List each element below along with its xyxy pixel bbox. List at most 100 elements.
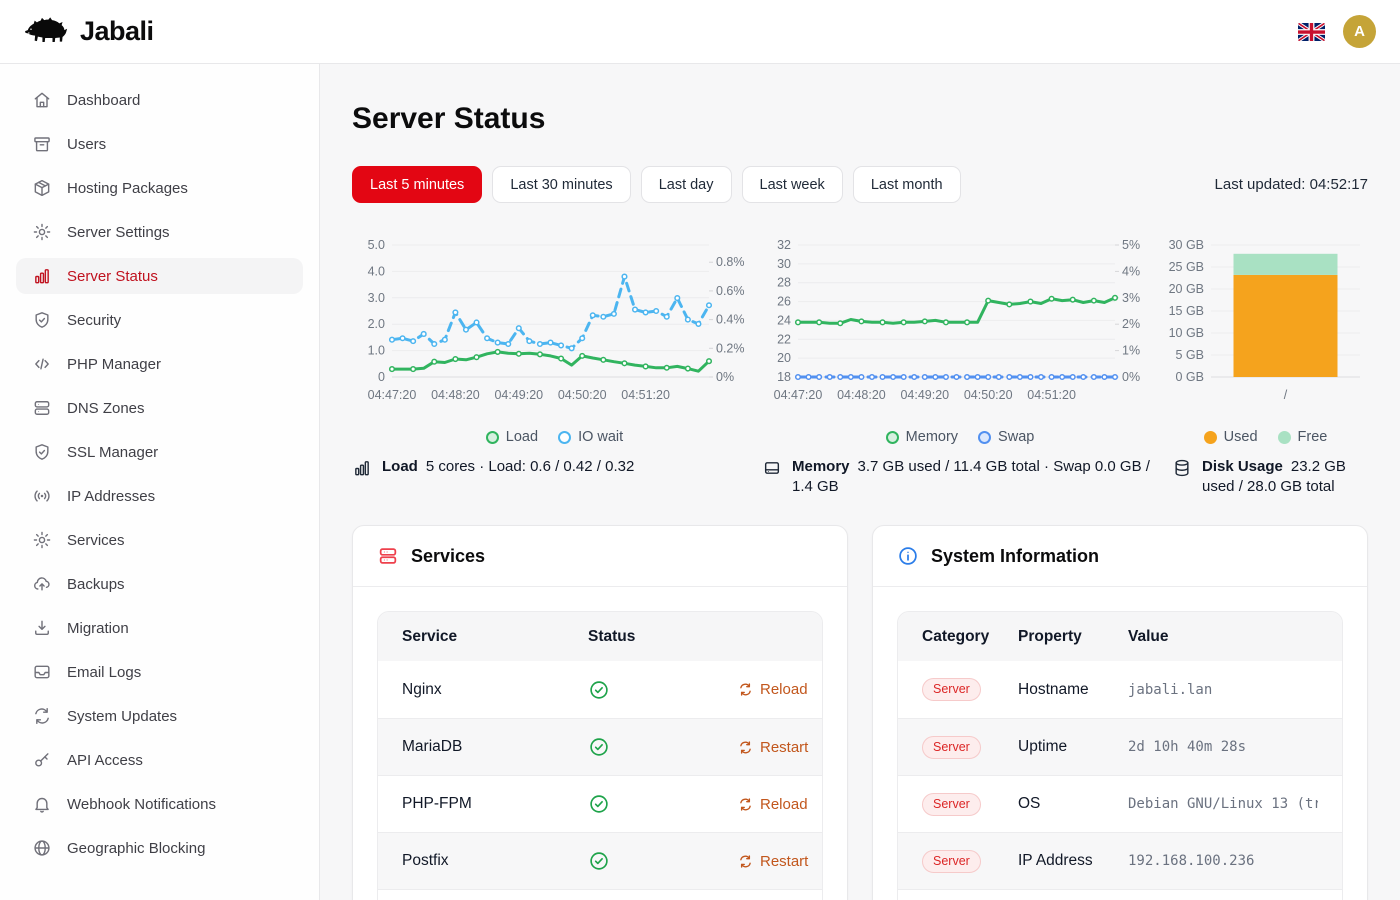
svg-text:5%: 5%: [1122, 238, 1140, 252]
sidebar-item-label: Hosting Packages: [67, 180, 188, 197]
sidebar-item-label: IP Addresses: [67, 488, 155, 505]
user-avatar[interactable]: A: [1343, 15, 1376, 48]
sidebar-item-ssl-manager[interactable]: SSL Manager: [16, 434, 303, 470]
reload-nginx-button[interactable]: Reload: [738, 681, 808, 698]
sidebar-item-label: SSL Manager: [67, 444, 158, 461]
svg-text:24: 24: [777, 313, 791, 327]
sidebar-item-label: Security: [67, 312, 121, 329]
sidebar-item-security[interactable]: Security: [16, 302, 303, 338]
legend-swap: Swap: [978, 429, 1034, 445]
sidebar-item-system-updates[interactable]: System Updates: [16, 698, 303, 734]
sidebar-item-api-access[interactable]: API Access: [16, 742, 303, 778]
service-row: Dovecot Restart: [378, 889, 822, 900]
category-badge: Server: [922, 850, 981, 873]
sidebar-item-dashboard[interactable]: Dashboard: [16, 82, 303, 118]
svg-text:3.0: 3.0: [368, 291, 385, 305]
legend-used: Used: [1204, 429, 1258, 445]
database-icon: [1172, 458, 1192, 478]
svg-text:04:49:20: 04:49:20: [900, 388, 949, 402]
sidebar-item-backups[interactable]: Backups: [16, 566, 303, 602]
svg-text:18: 18: [777, 370, 791, 384]
inbox-icon: [32, 662, 52, 682]
settings-icon: [32, 222, 52, 242]
stat-load: Load5 cores · Load: 0.6 / 0.42 / 0.32: [352, 457, 757, 497]
time-range-last-day[interactable]: Last day: [641, 166, 732, 203]
brand[interactable]: Jabali: [24, 16, 154, 48]
system-information-card: System Information Category Property Val…: [872, 525, 1368, 900]
time-range-last-5-minutes[interactable]: Last 5 minutes: [352, 166, 482, 203]
services-col-service: Service: [402, 628, 588, 646]
status-ok-icon: [588, 793, 610, 815]
sidebar-item-php-manager[interactable]: PHP Manager: [16, 346, 303, 382]
sidebar-item-services[interactable]: Services: [16, 522, 303, 558]
stats-row: Load5 cores · Load: 0.6 / 0.42 / 0.32 Me…: [352, 457, 1368, 497]
time-range-last-month[interactable]: Last month: [853, 166, 961, 203]
sidebar-item-label: Dashboard: [67, 92, 140, 109]
svg-text:04:48:20: 04:48:20: [431, 388, 480, 402]
sidebar-item-server-status[interactable]: Server Status: [16, 258, 303, 294]
sidebar-item-email-logs[interactable]: Email Logs: [16, 654, 303, 690]
reload-php-fpm-button[interactable]: Reload: [738, 796, 808, 813]
sidebar-item-label: PHP Manager: [67, 356, 161, 373]
boar-logo-icon: [24, 16, 70, 48]
disk-chart: 0 GB5 GB10 GB15 GB20 GB25 GB30 GB/ UsedF…: [1163, 229, 1368, 445]
refresh-icon: [738, 740, 753, 755]
svg-text:20: 20: [777, 351, 791, 365]
service-row: Postfix Restart: [378, 832, 822, 889]
system-property: OS: [1018, 795, 1128, 813]
last-updated-text: Last updated: 04:52:17: [1215, 176, 1368, 193]
services-col-status: Status: [588, 628, 738, 646]
sidebar-item-webhook-notifications[interactable]: Webhook Notifications: [16, 786, 303, 822]
sidebar-item-label: Users: [67, 136, 106, 153]
svg-text:04:48:20: 04:48:20: [837, 388, 886, 402]
sidebar-item-geographic-blocking[interactable]: Geographic Blocking: [16, 830, 303, 866]
bar-chart-icon: [352, 458, 372, 478]
svg-text:30 GB: 30 GB: [1169, 238, 1204, 252]
sidebar-item-label: Server Settings: [67, 224, 170, 241]
svg-text:0: 0: [378, 370, 385, 384]
svg-text:04:47:20: 04:47:20: [368, 388, 417, 402]
service-action-label: Restart: [760, 739, 808, 756]
shield-check-icon: [32, 442, 52, 462]
time-range-last-30-minutes[interactable]: Last 30 minutes: [492, 166, 630, 203]
home-icon: [32, 90, 52, 110]
archive-icon: [32, 134, 52, 154]
legend-memory: Memory: [886, 429, 958, 445]
service-name: Nginx: [402, 681, 588, 699]
legend-load: Load: [486, 429, 538, 445]
stat-label: Memory: [792, 458, 850, 475]
sidebar-item-users[interactable]: Users: [16, 126, 303, 162]
category-badge: Server: [922, 678, 981, 701]
sidebar-item-server-settings[interactable]: Server Settings: [16, 214, 303, 250]
svg-text:04:47:20: 04:47:20: [773, 388, 822, 402]
sidebar-item-hosting-packages[interactable]: Hosting Packages: [16, 170, 303, 206]
bar-chart-icon: [32, 266, 52, 286]
system-row: Server Hostname jabali.lan: [898, 661, 1342, 718]
chart-legend: Memory Swap: [886, 429, 1035, 445]
sidebar-item-migration[interactable]: Migration: [16, 610, 303, 646]
sidebar-item-dns-zones[interactable]: DNS Zones: [16, 390, 303, 426]
topbar: Jabali A: [0, 0, 1400, 64]
brand-name: Jabali: [80, 16, 154, 47]
status-ok-icon: [588, 850, 610, 872]
sidebar-item-label: Server Status: [67, 268, 158, 285]
system-row: Server Uptime 2d 10h 40m 28s: [898, 718, 1342, 775]
main-content: Server Status Last 5 minutes Last 30 min…: [320, 64, 1400, 900]
language-flag-uk[interactable]: [1298, 23, 1325, 41]
package-icon: [32, 178, 52, 198]
info-icon: [897, 545, 919, 567]
server-stack-icon: [32, 398, 52, 418]
restart-postfix-button[interactable]: Restart: [738, 853, 808, 870]
time-range-filters: Last 5 minutes Last 30 minutes Last day …: [352, 166, 1368, 203]
svg-text:4.0: 4.0: [368, 264, 385, 278]
system-row: Server IP Address 192.168.100.236: [898, 832, 1342, 889]
status-ok-icon: [588, 736, 610, 758]
restart-mariadb-button[interactable]: Restart: [738, 739, 808, 756]
time-range-last-week[interactable]: Last week: [742, 166, 843, 203]
svg-text:04:49:20: 04:49:20: [494, 388, 543, 402]
system-information-table: Category Property Value Server Hostname …: [897, 611, 1343, 900]
sidebar-item-ip-addresses[interactable]: IP Addresses: [16, 478, 303, 514]
svg-text:0.6%: 0.6%: [716, 284, 745, 298]
system-value: jabali.lan: [1128, 682, 1318, 698]
code-icon: [32, 354, 52, 374]
